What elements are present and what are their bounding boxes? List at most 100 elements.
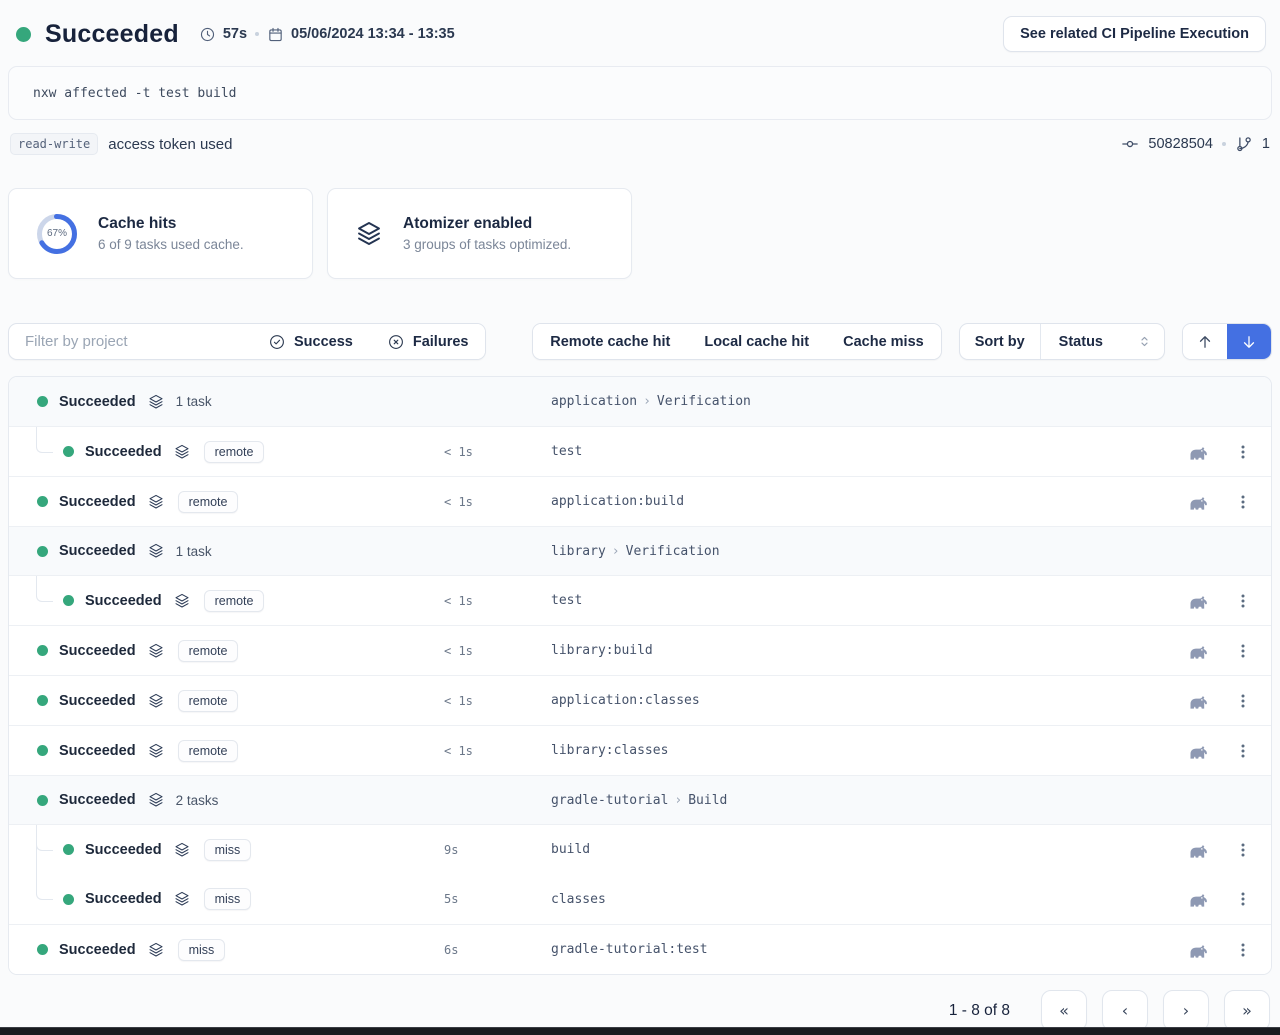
success-filter-button[interactable]: Success <box>251 324 370 359</box>
commit-id[interactable]: 50828504 <box>1148 136 1213 152</box>
cache-status-badge: remote <box>204 441 265 463</box>
table-row[interactable]: Succeeded remote < 1s library:classes <box>9 725 1271 775</box>
cache-status-badge: miss <box>204 839 252 861</box>
cache-hits-card[interactable]: 67% Cache hits 6 of 9 tasks used cache. <box>8 188 313 279</box>
row-menu-button[interactable] <box>1235 494 1251 510</box>
row-status-label: Succeeded <box>59 942 136 958</box>
row-menu-button[interactable] <box>1235 942 1251 958</box>
previous-page-button[interactable]: ‹ <box>1102 990 1148 1031</box>
row-menu-button[interactable] <box>1235 593 1251 609</box>
row-status-cell: Succeeded remote <box>9 690 444 712</box>
row-status-cell: Succeeded remote <box>9 491 444 513</box>
table-row[interactable]: Succeeded 1 task library›Verification <box>9 526 1271 575</box>
row-actions <box>1181 593 1271 609</box>
table-row[interactable]: Succeeded remote < 1s library:build <box>9 625 1271 675</box>
gradle-icon[interactable] <box>1188 842 1209 858</box>
row-menu-button[interactable] <box>1235 743 1251 759</box>
branch-count: 1 <box>1262 136 1270 152</box>
row-status-cell: Succeeded remote <box>9 740 444 762</box>
row-menu-button[interactable] <box>1235 693 1251 709</box>
sort-descending-button[interactable] <box>1227 324 1271 359</box>
sort-select[interactable]: Status <box>1040 324 1164 359</box>
first-page-button[interactable]: « <box>1041 990 1087 1031</box>
table-row[interactable]: Succeeded remote < 1s application:classe… <box>9 675 1271 725</box>
cache-status-badge: remote <box>204 590 265 612</box>
duration-label: < 1s <box>444 694 551 708</box>
row-actions <box>1181 942 1271 958</box>
gradle-icon[interactable] <box>1188 643 1209 659</box>
access-token-text: access token used <box>108 136 232 153</box>
cache-miss-button[interactable]: Cache miss <box>826 324 941 359</box>
arrow-down-icon <box>1240 333 1258 351</box>
table-row[interactable]: Succeeded miss 5s classes <box>9 874 1271 924</box>
next-page-button[interactable]: › <box>1163 990 1209 1031</box>
clock-icon <box>199 26 216 43</box>
local-cache-hit-button[interactable]: Local cache hit <box>687 324 826 359</box>
chevron-right-separator: › <box>606 544 626 559</box>
gradle-icon[interactable] <box>1188 743 1209 759</box>
table-row[interactable]: Succeeded remote < 1s application:build <box>9 476 1271 526</box>
gradle-icon[interactable] <box>1188 494 1209 510</box>
remote-cache-hit-button[interactable]: Remote cache hit <box>533 324 687 359</box>
task-group-icon <box>147 692 165 710</box>
filter-right-group: Remote cache hit Local cache hit Cache m… <box>532 323 1272 360</box>
failures-filter-button[interactable]: Failures <box>370 324 486 359</box>
gradle-icon[interactable] <box>1188 593 1209 609</box>
x-circle-icon <box>387 333 405 351</box>
tree-connector-elbow <box>36 576 53 602</box>
gradle-icon[interactable] <box>1188 693 1209 709</box>
row-actions <box>1181 842 1271 858</box>
cache-status-badge: remote <box>178 690 239 712</box>
see-related-pipeline-button[interactable]: See related CI Pipeline Execution <box>1003 16 1266 52</box>
gradle-icon[interactable] <box>1188 891 1209 907</box>
table-row[interactable]: Succeeded miss 6s gradle-tutorial:test <box>9 924 1271 974</box>
cache-filter-group: Remote cache hit Local cache hit Cache m… <box>532 323 941 360</box>
duration-label: 9s <box>444 843 551 857</box>
row-status-cell: Succeeded 1 task <box>9 542 444 560</box>
row-menu-button[interactable] <box>1235 891 1251 907</box>
atomizer-title: Atomizer enabled <box>403 215 571 233</box>
run-status-dot <box>16 27 31 42</box>
table-row[interactable]: Succeeded miss 9s build <box>9 824 1271 874</box>
run-meta: 57s 05/06/2024 13:34 - 13:35 <box>199 26 455 43</box>
atomizer-card[interactable]: Atomizer enabled 3 groups of tasks optim… <box>327 188 632 279</box>
duration-label: 6s <box>444 943 551 957</box>
row-menu-button[interactable] <box>1235 842 1251 858</box>
last-page-button[interactable]: » <box>1224 990 1270 1031</box>
sort-by-label: Sort by <box>960 324 1040 359</box>
access-token-badge: read-write <box>10 133 98 155</box>
row-status-cell: Succeeded remote <box>9 590 444 612</box>
command-text: nxw affected -t test build <box>33 86 237 101</box>
table-row[interactable]: Succeeded remote < 1s test <box>9 575 1271 625</box>
run-header: Succeeded 57s 05/06/2024 13:34 - 13:35 S… <box>8 0 1272 52</box>
row-status-label: Succeeded <box>59 643 136 659</box>
row-status-cell: Succeeded 2 tasks <box>9 791 444 809</box>
row-actions <box>1181 693 1271 709</box>
table-row[interactable]: Succeeded 2 tasks gradle-tutorial›Build <box>9 775 1271 824</box>
row-menu-button[interactable] <box>1235 643 1251 659</box>
row-status-label: Succeeded <box>85 842 162 858</box>
cache-status-badge: miss <box>204 888 252 910</box>
tree-connector-elbow <box>36 427 53 453</box>
cache-hits-subtitle: 6 of 9 tasks used cache. <box>98 237 244 252</box>
status-dot <box>37 496 48 507</box>
sort-ascending-button[interactable] <box>1183 324 1227 359</box>
chevron-updown-icon <box>1137 334 1152 349</box>
row-status-label: Succeeded <box>85 593 162 609</box>
status-dot <box>63 894 74 905</box>
duration-label: < 1s <box>444 744 551 758</box>
row-status-label: Succeeded <box>59 792 136 808</box>
layers-icon <box>354 219 384 249</box>
row-status-cell: Succeeded remote <box>9 441 444 463</box>
gradle-icon[interactable] <box>1188 444 1209 460</box>
page-title: Succeeded <box>45 20 179 49</box>
task-group-icon <box>147 542 165 560</box>
row-menu-button[interactable] <box>1235 444 1251 460</box>
status-dot <box>37 795 48 806</box>
search-input[interactable] <box>9 324 251 359</box>
row-status-label: Succeeded <box>85 891 162 907</box>
status-dot <box>63 595 74 606</box>
table-row[interactable]: Succeeded remote < 1s test <box>9 426 1271 476</box>
table-row[interactable]: Succeeded 1 task application›Verificatio… <box>9 377 1271 426</box>
gradle-icon[interactable] <box>1188 942 1209 958</box>
